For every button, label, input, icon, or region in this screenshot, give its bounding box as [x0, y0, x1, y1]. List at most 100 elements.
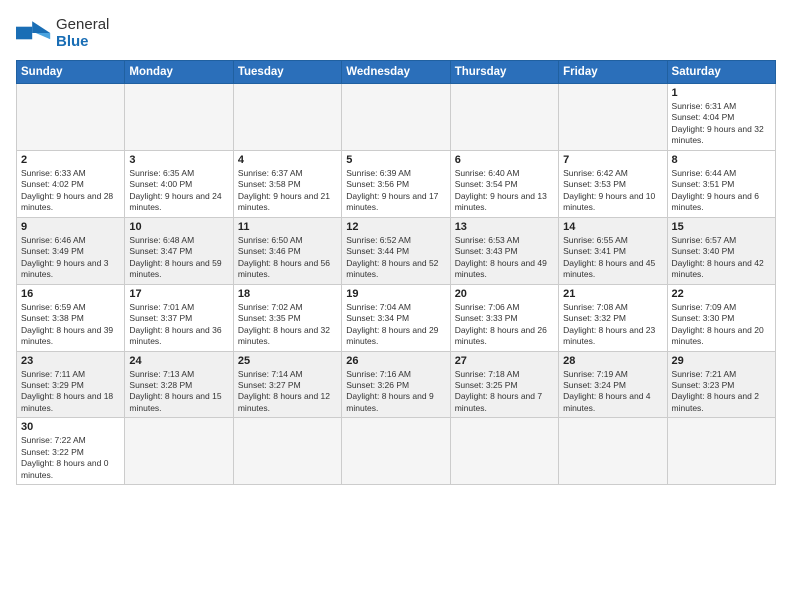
day-number: 14	[563, 221, 662, 233]
weekday-header-wednesday: Wednesday	[342, 61, 450, 84]
weekday-header-row: SundayMondayTuesdayWednesdayThursdayFrid…	[17, 61, 776, 84]
calendar-cell: 24 Sunrise: 7:13 AM Sunset: 3:28 PM Dayli…	[125, 351, 233, 418]
calendar-week-1: 2 Sunrise: 6:33 AM Sunset: 4:02 PM Daylig…	[17, 150, 776, 217]
calendar-cell	[125, 84, 233, 151]
calendar-cell	[342, 418, 450, 485]
calendar-week-5: 30 Sunrise: 7:22 AM Sunset: 3:22 PM Dayli…	[17, 418, 776, 485]
day-number: 2	[21, 154, 120, 166]
logo: General Blue	[16, 16, 109, 50]
calendar-cell: 27 Sunrise: 7:18 AM Sunset: 3:25 PM Dayli…	[450, 351, 558, 418]
day-number: 13	[455, 221, 554, 233]
calendar-cell	[667, 418, 775, 485]
day-info: Sunrise: 7:19 AM Sunset: 3:24 PM Dayligh…	[563, 369, 662, 415]
calendar-cell	[125, 418, 233, 485]
calendar-cell	[559, 84, 667, 151]
day-number: 18	[238, 288, 337, 300]
calendar-cell	[233, 84, 341, 151]
day-number: 1	[672, 87, 771, 99]
day-number: 20	[455, 288, 554, 300]
calendar-cell: 16 Sunrise: 6:59 AM Sunset: 3:38 PM Dayli…	[17, 284, 125, 351]
calendar-cell	[450, 84, 558, 151]
day-number: 24	[129, 355, 228, 367]
calendar-cell: 1Sunrise: 6:31 AM Sunset: 4:04 PM Daylig…	[667, 84, 775, 151]
calendar-cell: 15 Sunrise: 6:57 AM Sunset: 3:40 PM Dayli…	[667, 217, 775, 284]
day-info: Sunrise: 6:59 AM Sunset: 3:38 PM Dayligh…	[21, 302, 120, 348]
day-number: 12	[346, 221, 445, 233]
calendar-cell: 5Sunrise: 6:39 AM Sunset: 3:56 PM Daylig…	[342, 150, 450, 217]
day-info: Sunrise: 6:55 AM Sunset: 3:41 PM Dayligh…	[563, 235, 662, 281]
header: General Blue	[16, 16, 776, 50]
calendar-cell: 23 Sunrise: 7:11 AM Sunset: 3:29 PM Dayli…	[17, 351, 125, 418]
day-number: 27	[455, 355, 554, 367]
day-number: 25	[238, 355, 337, 367]
calendar-cell: 17 Sunrise: 7:01 AM Sunset: 3:37 PM Dayli…	[125, 284, 233, 351]
day-info: Sunrise: 6:40 AM Sunset: 3:54 PM Dayligh…	[455, 168, 554, 214]
calendar-cell: 30 Sunrise: 7:22 AM Sunset: 3:22 PM Dayli…	[17, 418, 125, 485]
calendar-cell: 4 Sunrise: 6:37 AM Sunset: 3:58 PM Daylig…	[233, 150, 341, 217]
day-info: Sunrise: 7:13 AM Sunset: 3:28 PM Dayligh…	[129, 369, 228, 415]
calendar-cell: 29Sunrise: 7:21 AM Sunset: 3:23 PM Dayli…	[667, 351, 775, 418]
logo-icon	[16, 19, 52, 47]
day-info: Sunrise: 6:52 AM Sunset: 3:44 PM Dayligh…	[346, 235, 445, 281]
day-info: Sunrise: 6:53 AM Sunset: 3:43 PM Dayligh…	[455, 235, 554, 281]
day-number: 17	[129, 288, 228, 300]
day-number: 19	[346, 288, 445, 300]
logo-text: General Blue	[56, 16, 109, 50]
weekday-header-saturday: Saturday	[667, 61, 775, 84]
day-info: Sunrise: 7:22 AM Sunset: 3:22 PM Dayligh…	[21, 435, 120, 481]
day-number: 21	[563, 288, 662, 300]
day-info: Sunrise: 6:33 AM Sunset: 4:02 PM Dayligh…	[21, 168, 120, 214]
calendar-week-2: 9 Sunrise: 6:46 AM Sunset: 3:49 PM Daylig…	[17, 217, 776, 284]
day-number: 28	[563, 355, 662, 367]
calendar-cell: 26 Sunrise: 7:16 AM Sunset: 3:26 PM Dayli…	[342, 351, 450, 418]
day-info: Sunrise: 7:09 AM Sunset: 3:30 PM Dayligh…	[672, 302, 771, 348]
day-info: Sunrise: 6:37 AM Sunset: 3:58 PM Dayligh…	[238, 168, 337, 214]
day-number: 26	[346, 355, 445, 367]
calendar-cell	[17, 84, 125, 151]
day-info: Sunrise: 7:14 AM Sunset: 3:27 PM Dayligh…	[238, 369, 337, 415]
day-number: 9	[21, 221, 120, 233]
calendar-cell: 25 Sunrise: 7:14 AM Sunset: 3:27 PM Dayli…	[233, 351, 341, 418]
day-info: Sunrise: 7:18 AM Sunset: 3:25 PM Dayligh…	[455, 369, 554, 415]
day-number: 7	[563, 154, 662, 166]
day-info: Sunrise: 6:46 AM Sunset: 3:49 PM Dayligh…	[21, 235, 120, 281]
day-info: Sunrise: 7:04 AM Sunset: 3:34 PM Dayligh…	[346, 302, 445, 348]
calendar-cell: 19 Sunrise: 7:04 AM Sunset: 3:34 PM Dayli…	[342, 284, 450, 351]
calendar-cell: 18 Sunrise: 7:02 AM Sunset: 3:35 PM Dayli…	[233, 284, 341, 351]
calendar-cell: 12 Sunrise: 6:52 AM Sunset: 3:44 PM Dayli…	[342, 217, 450, 284]
calendar-cell	[559, 418, 667, 485]
calendar-cell: 2 Sunrise: 6:33 AM Sunset: 4:02 PM Daylig…	[17, 150, 125, 217]
calendar-cell: 10Sunrise: 6:48 AM Sunset: 3:47 PM Dayli…	[125, 217, 233, 284]
day-number: 29	[672, 355, 771, 367]
day-info: Sunrise: 6:48 AM Sunset: 3:47 PM Dayligh…	[129, 235, 228, 281]
page: General Blue SundayMondayTuesdayWednesda…	[0, 0, 792, 612]
day-info: Sunrise: 6:50 AM Sunset: 3:46 PM Dayligh…	[238, 235, 337, 281]
weekday-header-thursday: Thursday	[450, 61, 558, 84]
calendar-cell: 3Sunrise: 6:35 AM Sunset: 4:00 PM Daylig…	[125, 150, 233, 217]
day-number: 15	[672, 221, 771, 233]
day-info: Sunrise: 7:11 AM Sunset: 3:29 PM Dayligh…	[21, 369, 120, 415]
day-number: 30	[21, 421, 120, 433]
calendar-cell	[342, 84, 450, 151]
day-info: Sunrise: 7:16 AM Sunset: 3:26 PM Dayligh…	[346, 369, 445, 415]
day-info: Sunrise: 6:39 AM Sunset: 3:56 PM Dayligh…	[346, 168, 445, 214]
weekday-header-monday: Monday	[125, 61, 233, 84]
day-number: 16	[21, 288, 120, 300]
day-info: Sunrise: 7:08 AM Sunset: 3:32 PM Dayligh…	[563, 302, 662, 348]
calendar-cell: 20 Sunrise: 7:06 AM Sunset: 3:33 PM Dayli…	[450, 284, 558, 351]
calendar-cell: 22Sunrise: 7:09 AM Sunset: 3:30 PM Dayli…	[667, 284, 775, 351]
calendar-cell: 8Sunrise: 6:44 AM Sunset: 3:51 PM Daylig…	[667, 150, 775, 217]
day-number: 4	[238, 154, 337, 166]
day-number: 23	[21, 355, 120, 367]
day-number: 6	[455, 154, 554, 166]
calendar-week-3: 16 Sunrise: 6:59 AM Sunset: 3:38 PM Dayli…	[17, 284, 776, 351]
day-info: Sunrise: 7:01 AM Sunset: 3:37 PM Dayligh…	[129, 302, 228, 348]
calendar-cell: 7Sunrise: 6:42 AM Sunset: 3:53 PM Daylig…	[559, 150, 667, 217]
day-info: Sunrise: 6:57 AM Sunset: 3:40 PM Dayligh…	[672, 235, 771, 281]
weekday-header-tuesday: Tuesday	[233, 61, 341, 84]
day-info: Sunrise: 7:06 AM Sunset: 3:33 PM Dayligh…	[455, 302, 554, 348]
calendar-cell: 14 Sunrise: 6:55 AM Sunset: 3:41 PM Dayli…	[559, 217, 667, 284]
calendar-week-4: 23 Sunrise: 7:11 AM Sunset: 3:29 PM Dayli…	[17, 351, 776, 418]
day-number: 8	[672, 154, 771, 166]
day-info: Sunrise: 7:02 AM Sunset: 3:35 PM Dayligh…	[238, 302, 337, 348]
